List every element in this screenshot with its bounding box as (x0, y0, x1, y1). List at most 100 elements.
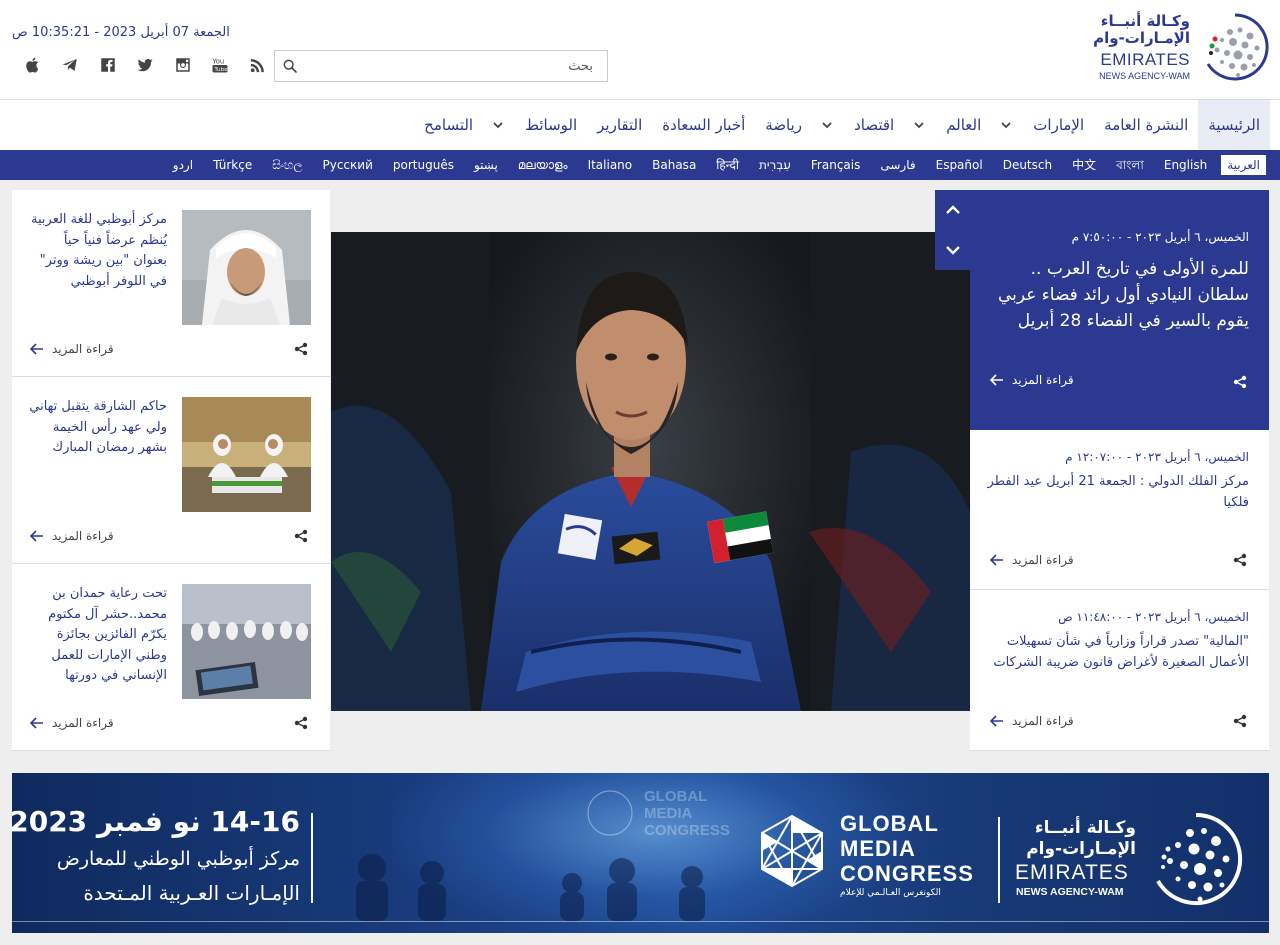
read-more-link[interactable]: قراءة المزيد (990, 553, 1074, 567)
news-title[interactable]: حاكم الشارقة يتقبل تهاني ولي عهد رأس الخ… (27, 397, 167, 459)
arrow-left-icon (990, 374, 1003, 386)
chevron-down-icon[interactable] (1001, 120, 1011, 130)
nav-item[interactable]: أخبار السعادة (652, 100, 755, 150)
chevron-up-icon (945, 205, 960, 214)
slider-up-button[interactable] (935, 190, 970, 230)
search-box[interactable] (274, 50, 608, 82)
social-links: You Tube (14, 54, 277, 76)
news-thumbnail-meeting[interactable] (182, 397, 311, 512)
read-more-link[interactable]: قراءة المزيد (990, 714, 1074, 728)
apple-icon[interactable] (14, 54, 52, 76)
read-more-link[interactable]: قراءة المزيد (30, 529, 114, 543)
banner-baseline (12, 921, 1269, 922)
featured-news-card[interactable]: الخميس، ٦ أبريل ٢٠٢٣ - ٧:٥٠:٠٠ م للمرة ا… (970, 190, 1269, 430)
nav-item[interactable]: النشرة العامة (1094, 100, 1198, 150)
news-title[interactable]: مركز أبوظبي للغة العربية يُنظم عرضاً فني… (27, 210, 167, 292)
news-title[interactable]: مركز الفلك الدولي : الجمعة 21 أبريل عيد … (987, 472, 1249, 513)
news-title[interactable]: "المالية" تصدر قراراً وزارياً في شأن تسه… (987, 632, 1249, 673)
nav-item-label: العالم (946, 116, 982, 134)
share-icon[interactable] (294, 529, 308, 543)
read-more-link[interactable]: قراءة المزيد (30, 716, 114, 730)
read-more-label: قراءة المزيد (1012, 553, 1074, 567)
arrow-left-icon (30, 343, 43, 355)
wam-logo[interactable]: وكـالة أنبــاء الإمـارات-وام EMIRATES NE… (1093, 10, 1272, 86)
nav-item[interactable]: رياضة (755, 100, 812, 150)
nav-item-label: التقارير (597, 116, 643, 134)
global-media-congress-banner[interactable]: GLOBAL MEDIA CONGRESS 14-16 نو فمبر 2023… (12, 773, 1269, 933)
news-card[interactable]: الخميس، ٦ أبريل ٢٠٢٣ - ١١:٤٨:٠٠ ص "المال… (970, 590, 1269, 751)
language-option[interactable]: العربية (1221, 155, 1266, 175)
youtube-icon[interactable]: You Tube (202, 54, 240, 76)
slider-down-button[interactable] (935, 230, 970, 270)
language-option[interactable]: हिन्दी (706, 155, 749, 175)
news-card[interactable]: تحت رعاية حمدان بن محمد..حشر آل مكتوم يك… (12, 564, 330, 751)
language-option[interactable]: සිංහල (262, 155, 312, 175)
language-option[interactable]: Deutsch (993, 155, 1062, 175)
search-icon[interactable] (282, 58, 298, 74)
language-option[interactable]: Español (926, 155, 993, 175)
gmc-title: GLOBAL MEDIA CONGRESS (840, 811, 974, 886)
language-option[interactable]: Bahasa (642, 155, 706, 175)
search-input[interactable] (305, 51, 601, 81)
logo-globe-icon (1206, 13, 1269, 81)
nav-item[interactable]: اقتصاد (812, 100, 904, 150)
language-list: العربية English বাংলা 中文 Deutsch Español فارسی… (163, 150, 1270, 180)
gmc-arabic-name: الكونغرس العـالـمي للإعلام (840, 888, 941, 898)
slider-controls (935, 190, 970, 270)
read-more-label: قراءة المزيد (52, 342, 114, 356)
featured-title[interactable]: للمرة الأولى في تاريخ العرب .. سلطان الن… (981, 256, 1249, 334)
news-thumbnail-ceremony[interactable] (182, 584, 311, 699)
news-card[interactable]: الخميس، ٦ أبريل ٢٠٢٣ - ١٢:٠٧:٠٠ م مركز ا… (970, 430, 1269, 590)
arrow-left-icon (990, 715, 1003, 727)
logo-english-line1: EMIRATES (1100, 50, 1190, 69)
arrow-left-icon (30, 717, 43, 729)
rss-icon[interactable] (239, 54, 277, 76)
read-more-label: قراءة المزيد (1012, 373, 1074, 387)
news-title[interactable]: تحت رعاية حمدان بن محمد..حشر آل مكتوم يك… (27, 584, 167, 687)
language-option[interactable]: Français (801, 155, 870, 175)
language-option[interactable]: עִבְרִית (749, 155, 801, 175)
main-nav-list: الرئيسية النشرة العامة الإمارات العالم اقتصا… (414, 100, 1270, 150)
language-option[interactable]: Italiano (578, 155, 643, 175)
chevron-down-icon[interactable] (822, 120, 832, 130)
nav-item[interactable]: الوسائط (483, 100, 587, 150)
logo-arabic-line2: الإمـارات-وام (1093, 29, 1190, 47)
read-more-link[interactable]: قراءة المزيد (30, 342, 114, 356)
language-option[interactable]: മലയാളം (508, 155, 578, 175)
chevron-down-icon[interactable] (914, 120, 924, 130)
nav-item[interactable]: الرئيسية (1198, 100, 1270, 150)
language-option[interactable]: Русский (313, 155, 383, 175)
chevron-down-icon[interactable] (493, 120, 503, 130)
share-icon[interactable] (1233, 714, 1247, 728)
gmc-title-line2: MEDIA (840, 836, 916, 861)
language-option[interactable]: Türkçe (203, 155, 262, 175)
news-thumbnail-portrait[interactable] (182, 210, 311, 325)
language-option[interactable]: اردو (163, 155, 203, 175)
language-option[interactable]: 中文 (1062, 155, 1106, 175)
event-dates: 14-16 نو فمبر 2023 (12, 805, 300, 838)
share-icon[interactable] (1233, 553, 1247, 567)
event-venue: مركز أبوظبي الوطني للمعارض (56, 848, 300, 870)
news-card[interactable]: حاكم الشارقة يتقبل تهاني ولي عهد رأس الخ… (12, 377, 330, 564)
hero-image[interactable] (331, 232, 970, 711)
nav-item[interactable]: التسامح (414, 100, 483, 150)
facebook-icon[interactable] (89, 54, 127, 76)
nav-item[interactable]: الإمارات (991, 100, 1094, 150)
gmc-title-line3: CONGRESS (840, 861, 974, 886)
share-icon[interactable] (294, 342, 308, 356)
telegram-icon[interactable] (52, 54, 90, 76)
language-option[interactable]: فارسی (870, 155, 925, 175)
instagram-icon[interactable] (164, 54, 202, 76)
news-card[interactable]: مركز أبوظبي للغة العربية يُنظم عرضاً فني… (12, 190, 330, 377)
read-more-link[interactable]: قراءة المزيد (990, 373, 1074, 387)
svg-text:CONGRESS: CONGRESS (644, 822, 730, 839)
share-icon[interactable] (1233, 375, 1247, 389)
language-option[interactable]: پښتو (464, 155, 508, 175)
share-icon[interactable] (294, 716, 308, 730)
nav-item[interactable]: التقارير (587, 100, 652, 150)
language-option[interactable]: বাংলা (1106, 155, 1154, 175)
nav-item[interactable]: العالم (904, 100, 991, 150)
language-option[interactable]: English (1154, 155, 1217, 175)
language-option[interactable]: português (383, 155, 464, 175)
twitter-icon[interactable] (127, 54, 165, 76)
